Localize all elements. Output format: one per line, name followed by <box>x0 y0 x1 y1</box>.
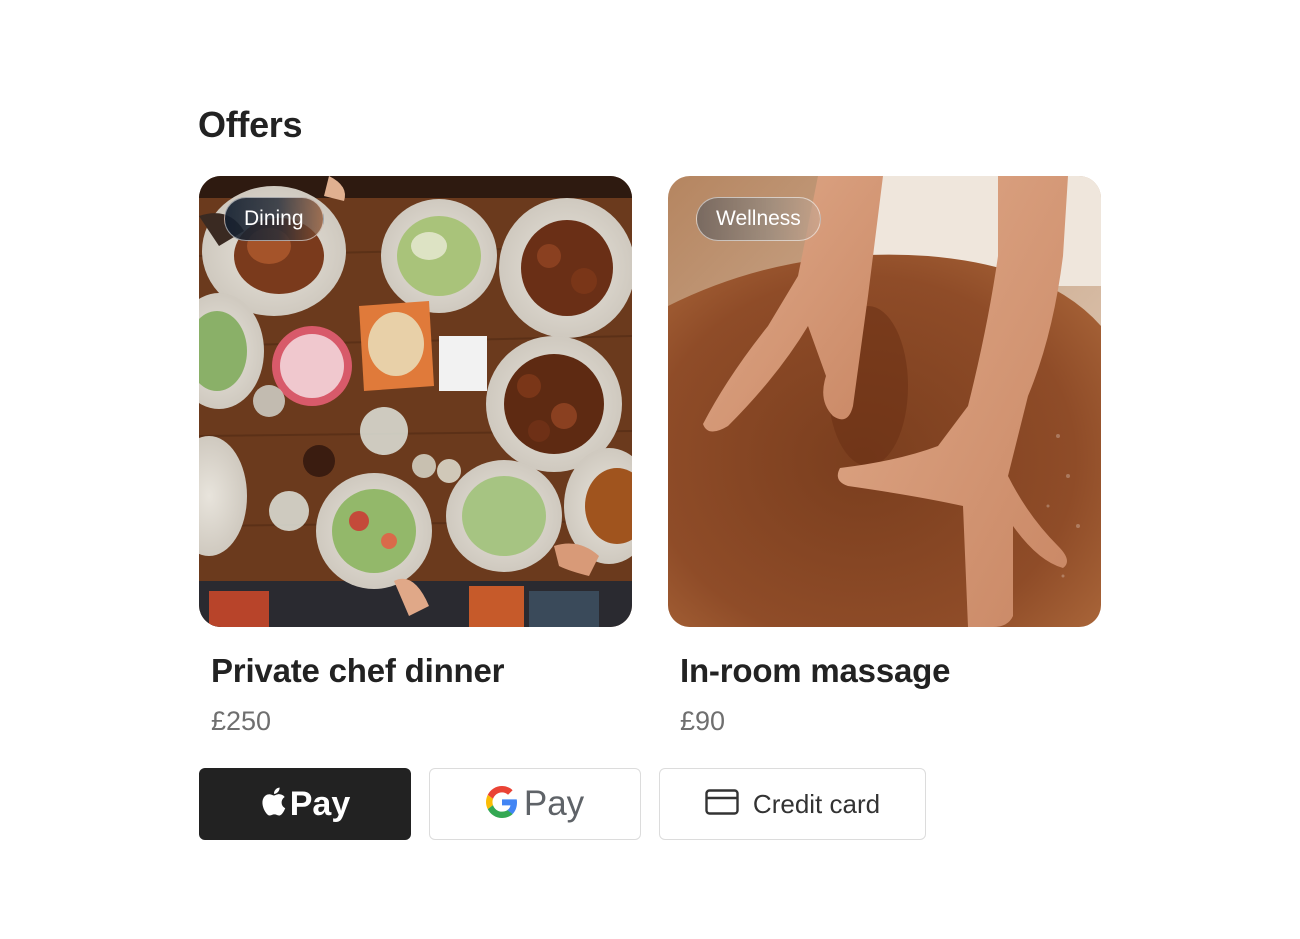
category-tag-dining: Dining <box>224 197 324 241</box>
offer-price: £250 <box>211 706 272 736</box>
credit-card-icon <box>705 788 739 820</box>
offer-card-dining[interactable]: Dining Private chef dinner £250 <box>199 176 632 736</box>
category-tag-wellness: Wellness <box>696 197 821 241</box>
google-g-icon <box>485 785 518 823</box>
offer-image-wellness[interactable]: Wellness <box>668 176 1101 627</box>
dining-table-photo <box>199 176 632 627</box>
offer-card-wellness[interactable]: Wellness In-room massage £90 <box>668 176 1101 736</box>
apple-pay-button[interactable]: Pay <box>199 768 411 840</box>
credit-card-button[interactable]: Credit card <box>659 768 926 840</box>
offer-price: £90 <box>680 706 726 736</box>
offer-image-dining[interactable]: Dining <box>199 176 632 627</box>
offer-title[interactable]: Private chef dinner <box>211 652 504 690</box>
apple-pay-label: Pay <box>289 784 351 823</box>
massage-photo <box>668 176 1101 627</box>
section-title: Offers <box>198 104 303 145</box>
offer-title[interactable]: In-room massage <box>680 652 950 690</box>
apple-icon <box>260 786 286 822</box>
google-pay-button[interactable]: Pay <box>429 768 641 840</box>
credit-card-label: Credit card <box>752 788 881 819</box>
google-pay-label: Pay <box>523 784 585 823</box>
